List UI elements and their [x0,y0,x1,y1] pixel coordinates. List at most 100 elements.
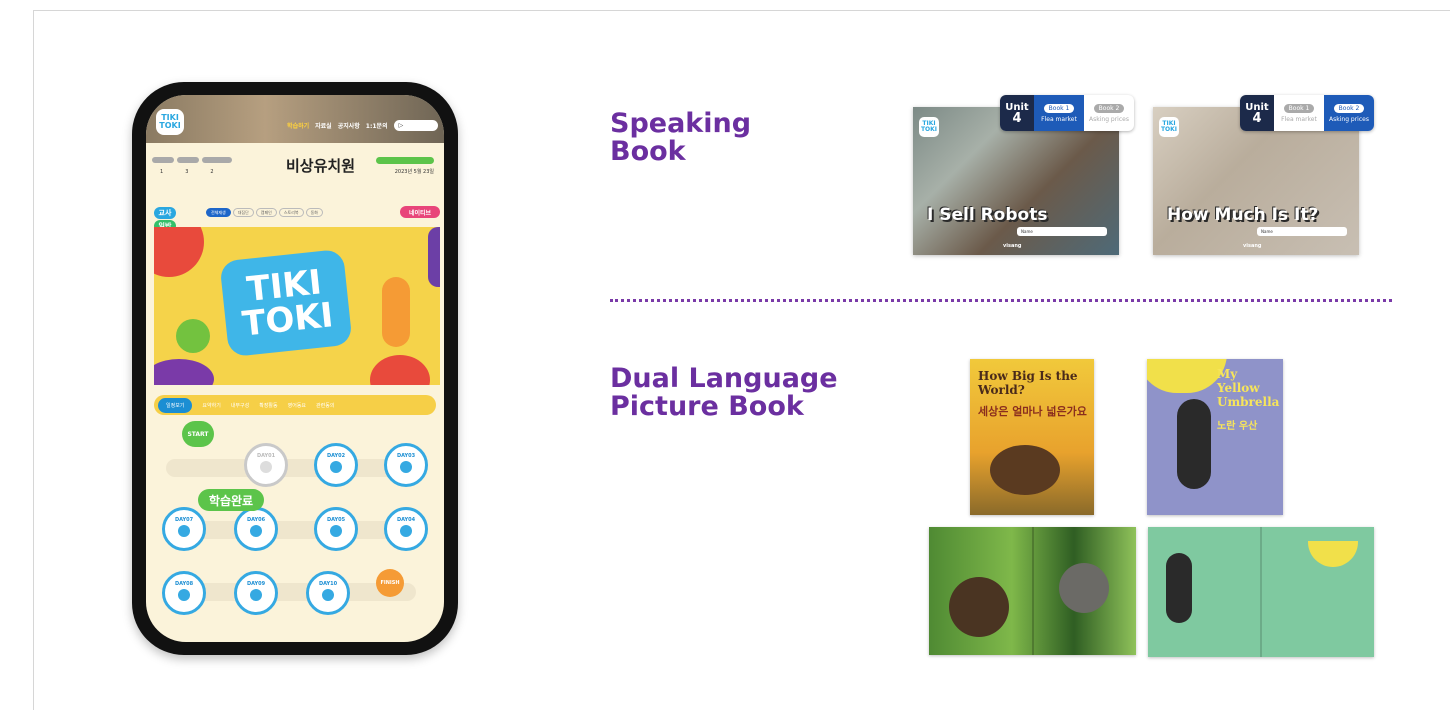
role-teacher[interactable]: 교사 [154,207,176,219]
unit-badge: Unit 4 [1000,95,1034,131]
tab-songs[interactable]: 영어동요 [288,402,306,409]
day-button-03[interactable]: DAY03 [384,443,428,487]
speaking-book-title: Speaking Book [610,110,751,166]
day-label: DAY01 [256,453,276,459]
menu-inquiry[interactable]: 1:1문의 [366,121,388,130]
tikitoki-logo: TIKI TOKI [919,117,939,137]
tab-schedule[interactable]: 일정보기 [158,397,193,413]
menu-learn[interactable]: 학습하기 [287,121,309,130]
page-fold [1032,527,1034,655]
menu-notice[interactable]: 공지사항 [338,121,360,130]
unit-number: 4 [1252,111,1262,126]
native-button[interactable]: 네이티브 [400,206,440,218]
horse-illustration [990,445,1060,495]
cover-title-ko: 세상은 얼마나 넓은가요 [978,405,1087,418]
tab-structure[interactable]: 내부구성 [231,402,249,409]
book2-tab[interactable]: Book 2 Asking prices [1084,95,1134,131]
name-field: Name [1017,227,1107,236]
day-label: DAY04 [396,517,416,523]
day-button-04[interactable]: DAY04 [384,507,428,551]
publisher-brand: visang [1003,243,1022,249]
cover-how-big-is-the-world[interactable]: How Big Is the World? 세상은 얼마나 넓은가요 [970,359,1094,515]
spread-umbrella[interactable] [1148,527,1374,657]
cover-title-en: How Big Is the World? [978,369,1078,397]
book1-label: Book 1 [1043,103,1075,113]
path-road [166,459,416,477]
day-button-07[interactable]: DAY07 [162,507,206,551]
day-label: DAY05 [326,517,346,523]
start-marker: START [182,421,214,447]
tikitoki-logo[interactable]: TIKI TOKI [156,109,184,135]
unit-number: 4 [1012,111,1022,126]
day-label: DAY08 [174,581,194,587]
day-label: DAY02 [326,453,346,459]
chip-tale[interactable]: 동화 [305,208,323,217]
day-label: DAY09 [246,581,266,587]
logout-button[interactable]: ▷ LOGOUT [393,120,438,131]
spread-moles[interactable] [929,527,1136,655]
date-pill [376,157,434,164]
day-button-10[interactable]: DAY10 [306,571,350,615]
level-value: 1 [160,169,164,175]
app-header: TIKI TOKI 학습하기 자료실 공지사항 1:1문의 ▷ LOGOUT [146,95,444,143]
day-button-06[interactable]: DAY06 [234,507,278,551]
book2-subtitle: Asking prices [1089,115,1129,123]
title-line: Dual Language [610,363,838,394]
level-pills [152,157,232,163]
phone-screen: TIKI TOKI 학습하기 자료실 공지사항 1:1문의 ▷ LOGOUT 1… [146,95,444,642]
decor-shape [154,359,214,385]
dotted-divider [610,299,1392,302]
content-tabs: 일정보기 요약하기 내부구성 확장활동 영어동요 관련동의 [154,395,436,415]
day-label: DAY06 [246,517,266,523]
day-label: DAY03 [396,453,416,459]
top-menu: 학습하기 자료실 공지사항 1:1문의 ▷ LOGOUT [287,120,438,131]
mole-illustration [1059,563,1109,613]
book1-tab[interactable]: Book 1 Flea market [1034,95,1084,131]
cover-my-yellow-umbrella[interactable]: My Yellow Umbrella 노란 우산 [1147,359,1283,515]
day-button-01[interactable]: DAY01 [244,443,288,487]
bird-character [176,319,210,353]
banner-title: TIKI TOKI [240,262,336,345]
decor-shape [428,227,440,287]
girl-illustration [1166,553,1192,623]
book2-tab[interactable]: Book 2 Asking prices [1324,95,1374,131]
unit-tag: Unit 4 Book 1 Flea market Book 2 Asking pri… [1240,95,1374,131]
title-line: Book [610,136,686,167]
name-field: Name [1257,227,1347,236]
level-pill [202,157,232,163]
phone-mockup: TIKI TOKI 학습하기 자료실 공지사항 1:1문의 ▷ LOGOUT 1… [132,82,458,655]
hero-banner: TIKI TOKI [154,227,440,385]
chip-group[interactable]: 대집단 [232,208,254,217]
unit-badge: Unit 4 [1240,95,1274,131]
day-button-08[interactable]: DAY08 [162,571,206,615]
chip-storybook[interactable]: 스토리북 [278,208,304,217]
book-title: How Much Is It? [1167,205,1319,225]
day-button-02[interactable]: DAY02 [314,443,358,487]
tab-extension[interactable]: 확장활동 [259,402,277,409]
day-button-05[interactable]: DAY05 [314,507,358,551]
level-value: 2 [210,169,214,175]
book-title: I Sell Robots [927,205,1048,225]
page-fold [1260,527,1262,657]
tikitoki-logo: TIKI TOKI [1159,117,1179,137]
title-line: Speaking [610,108,752,139]
menu-resources[interactable]: 자료실 [315,121,332,130]
book1-subtitle: Flea market [1281,115,1317,123]
cover-title-ko: 노란 우산 [1217,421,1258,432]
learning-map: START DAY01 DAY02 DAY03 DAY04 DAY05 DAY0… [146,421,444,642]
day-label: DAY10 [318,581,338,587]
girl-illustration [1177,399,1211,489]
chip-campaign[interactable]: 캠페인 [255,208,277,217]
day-label: DAY07 [174,517,194,523]
level-values: 1 3 2 [160,169,214,175]
publisher-brand: visang [1243,243,1262,249]
book2-subtitle: Asking prices [1329,115,1369,123]
unit-tag: Unit 4 Book 1 Flea market Book 2 Asking pri… [1000,95,1134,131]
banner-logo-bubble: TIKI TOKI [219,248,353,358]
tab-related[interactable]: 관련동의 [316,402,334,409]
chip-all[interactable]: 전체재생 [206,208,231,217]
day-button-09[interactable]: DAY09 [234,571,278,615]
tab-summary[interactable]: 요약하기 [202,402,220,409]
title-line: Picture Book [610,391,804,422]
book1-tab[interactable]: Book 1 Flea market [1274,95,1324,131]
